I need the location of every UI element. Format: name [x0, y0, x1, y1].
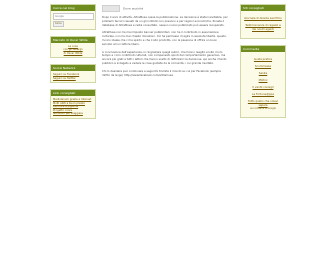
commedia-item-5[interactable]: Il ventil consigli — [243, 85, 283, 89]
page-wrapper: Cerca nel blog Google Cerca Marcato di O… — [50, 0, 286, 280]
commedia-body: Guida pratica Scommessa Salute Militini … — [241, 52, 285, 117]
quote-panel-body: La cosa con gli Albergo di Oscar Wilde — [51, 43, 95, 58]
quote-panel: Marcato di Oscar Wilde La cosa con gli A… — [50, 35, 96, 58]
link-1[interactable]: Mediolanum grazie a Internet — [53, 98, 93, 102]
recommended-site-1[interactable]: Giornale di Aliante sacrificio — [243, 16, 283, 20]
search-panel: Cerca nel blog Google Cerca — [50, 4, 96, 30]
logo: Dove anziché — [102, 5, 228, 12]
search-placeholder: Google — [55, 15, 64, 18]
logo-image — [102, 5, 120, 12]
link-5[interactable]: Istruzioni per viaggiare — [53, 112, 93, 116]
left-sidebar: Cerca nel blog Google Cerca Marcato di O… — [50, 4, 96, 125]
commedia-item-7[interactable]: Tutto quello che volevi sapere sui coman… — [243, 99, 283, 110]
recommended-sites-panel: Siti consigliati Giornale di Aliante sac… — [240, 4, 286, 39]
paragraph-4: Chi lo desidera può continuare a seguirm… — [102, 68, 221, 77]
commedia-item-2[interactable]: Scommessa — [243, 64, 283, 68]
logo-alt-text: Dove anziché — [122, 6, 144, 11]
social-twitter-link[interactable]: Seguici su Twitter — [53, 77, 93, 81]
search-input[interactable]: Google — [53, 13, 94, 20]
links-panel-body: Mediolanum grazie a Internet Molti abiti… — [51, 96, 95, 118]
commedia-panel: Commedia Guida pratica Scommessa Salute … — [240, 45, 286, 118]
recommended-site-2[interactable]: Testimonianze di ragazzi e dei nostri ag… — [243, 23, 283, 31]
commedia-item-1[interactable]: Guida pratica — [243, 57, 283, 61]
recommended-sites-body: Giornale di Aliante sacrificio Testimoni… — [241, 11, 285, 38]
right-sidebar: Siti consigliati Giornale di Aliante sac… — [240, 4, 286, 124]
search-button[interactable]: Cerca — [53, 21, 64, 27]
main-content: Dove anziché Dopo il anni di attività, A… — [102, 0, 228, 77]
social-panel-body: Seguici su Facebook Seguici su Twitter — [51, 71, 95, 82]
quote-link-3[interactable]: di Oscar Wilde — [53, 52, 93, 56]
commedia-item-3[interactable]: Salute — [243, 71, 283, 75]
paragraph-1: Dopo il anni di attività, AltraMusa cess… — [102, 15, 228, 27]
paragraph-3: A conclusione dell'esperienza, io ringra… — [102, 49, 227, 65]
social-panel: Social Network Seguici su Facebook Segui… — [50, 64, 96, 83]
links-panel: Link consigliati Mediolanum grazie a Int… — [50, 89, 96, 119]
commedia-item-6[interactable]: La Fortune@ppa — [243, 92, 283, 96]
paragraph-2: AltraMusa non ha mai imposto banner pubb… — [102, 30, 227, 46]
search-panel-body: Google Cerca — [51, 11, 95, 29]
commedia-item-4[interactable]: Militini — [243, 78, 283, 82]
